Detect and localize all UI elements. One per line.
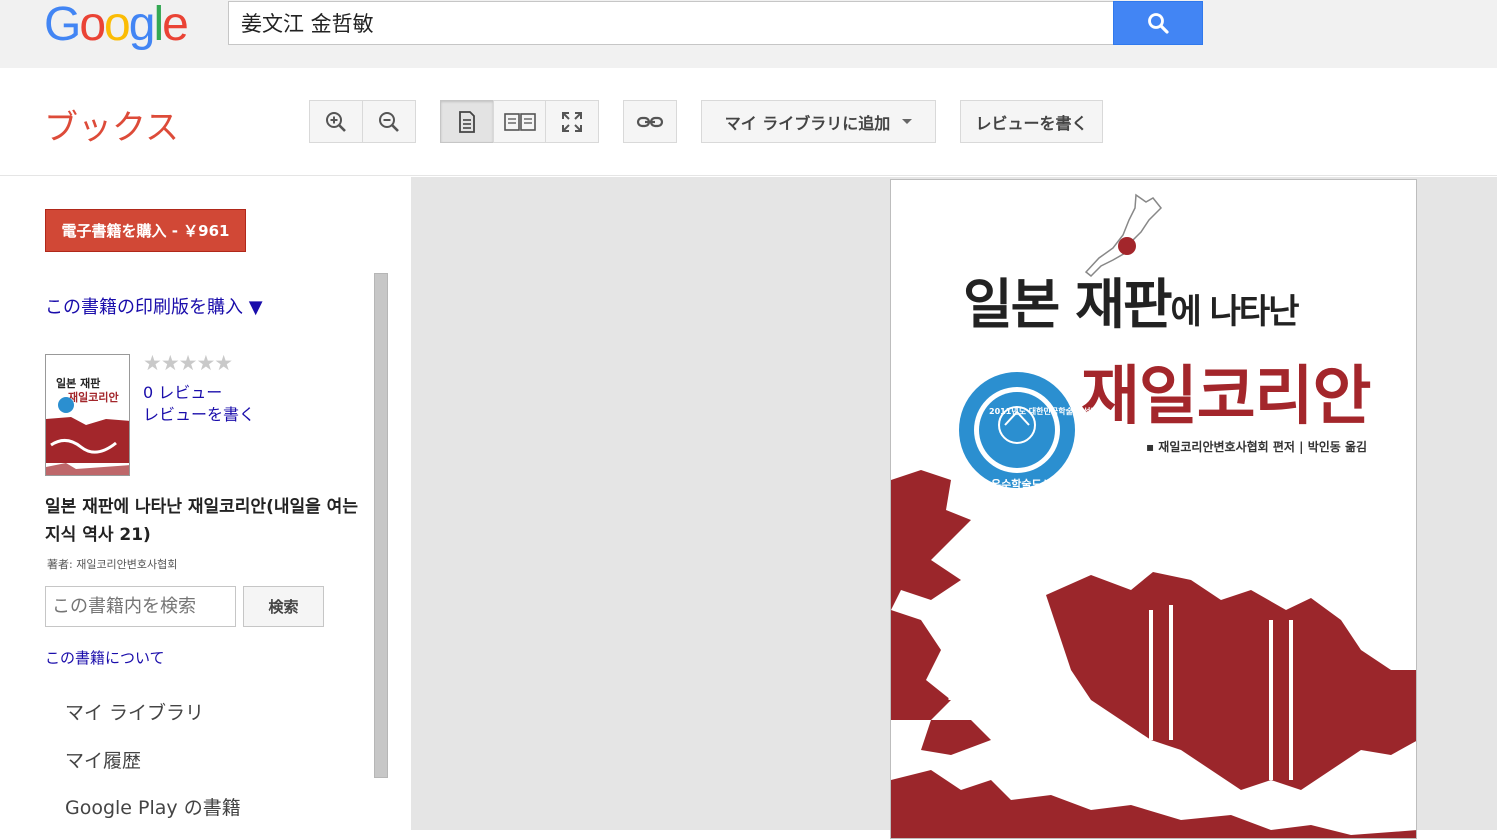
rating-stars: ★★★★★ [143, 351, 233, 375]
svg-text:일본 재판: 일본 재판 [56, 376, 100, 390]
cover-title-small: 에 나타난 [1170, 292, 1300, 332]
single-page-view-button[interactable] [440, 100, 494, 143]
two-page-view-button[interactable] [493, 100, 546, 143]
zoom-in-button[interactable] [309, 100, 363, 143]
book-viewer[interactable]: 일본 재판에 나타난 재일코리안 ▪ 재일코리안변호사협회 편저 | 박인동 옮… [411, 177, 1497, 839]
logo-letter: G [44, 0, 81, 51]
search-in-book-input[interactable] [45, 586, 236, 627]
zoom-out-button[interactable] [362, 100, 416, 143]
chevron-down-icon [902, 119, 913, 124]
book-toolbar: ブックス マイ ライブラリに追加 レビューを書く [0, 68, 1497, 176]
write-review-label: レビューを書く [975, 113, 1088, 133]
fullscreen-icon [562, 111, 582, 132]
logo-letter: o [79, 0, 106, 51]
zoom-in-icon [326, 111, 346, 132]
fullscreen-button[interactable] [545, 100, 599, 143]
svg-text:재일코리안: 재일코리안 [68, 390, 119, 404]
write-review-link[interactable]: レビューを書く [143, 401, 255, 425]
book-thumbnail[interactable]: 일본 재판 재일코리안 [45, 354, 130, 476]
logo-letter: l [153, 0, 164, 51]
cover-title-line1: 일본 재판에 나타난 [963, 260, 1300, 339]
books-brand[interactable]: ブックス [44, 100, 179, 149]
logo-letter: g [128, 0, 156, 51]
buy-print-link[interactable]: この書籍の印刷版を購入 ▼ [45, 293, 263, 319]
book-title: 일본 재판에 나타난 재일코리안(내일을 여는 지식 역사 21) [45, 497, 358, 545]
search-input[interactable] [228, 1, 1114, 45]
add-to-library-label: マイ ライブラリに追加 [724, 113, 891, 133]
sidebar-scrollbar[interactable] [374, 273, 388, 778]
link-button[interactable] [623, 100, 677, 143]
seal-bottom-text: 우수학술도서 [991, 478, 1052, 491]
search-button[interactable] [1113, 1, 1203, 45]
logo-letter: e [162, 0, 189, 51]
logo-letter: o [104, 0, 131, 51]
book-info-sidebar: 電子書籍を購入 - ￥961 この書籍の印刷版を購入 ▼ 일본 재판 재일코리안… [0, 177, 411, 830]
book-cover-page: 일본 재판에 나타난 재일코리안 ▪ 재일코리안변호사협회 편저 | 박인동 옮… [890, 179, 1417, 839]
seal-text: 2011년도 대한민국학술원 선정 [989, 407, 1098, 416]
review-count-link[interactable]: 0 レビュー [143, 379, 222, 403]
add-to-library-button[interactable]: マイ ライブラリに追加 [701, 100, 936, 143]
book-cover-thumb-image: 일본 재판 재일코리안 [46, 355, 129, 475]
search-header: Google [0, 0, 1497, 68]
cover-title-line2: 재일코리안 [1081, 360, 1371, 434]
google-logo[interactable]: Google [44, 0, 189, 51]
buy-ebook-button[interactable]: 電子書籍を購入 - ￥961 [45, 209, 246, 252]
cover-title-big: 일본 재판 [963, 273, 1173, 336]
nav-my-library[interactable]: マイ ライブラリ [65, 698, 204, 725]
nav-my-history[interactable]: マイ履歴 [65, 746, 141, 773]
write-review-button[interactable]: レビューを書く [960, 100, 1103, 143]
nav-google-play-books[interactable]: Google Play の書籍 [65, 793, 241, 820]
search-in-book-button[interactable]: 検索 [243, 586, 324, 627]
zoom-out-icon [379, 111, 399, 132]
single-page-icon [459, 110, 475, 133]
link-icon [636, 116, 664, 127]
search-icon [1148, 13, 1169, 34]
about-book-link[interactable]: この書籍について [45, 647, 165, 668]
two-page-icon [503, 112, 536, 131]
book-author: 著者: 재일코리안변호사협회 [47, 558, 178, 571]
cover-byline: ▪ 재일코리안변호사협회 편저 | 박인동 옮김 [1146, 440, 1368, 454]
